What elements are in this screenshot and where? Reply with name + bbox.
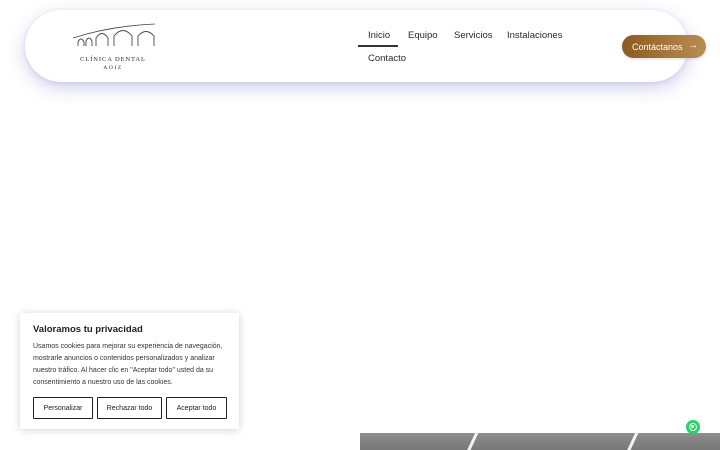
whatsapp-button[interactable]: [686, 420, 700, 434]
contact-cta-button[interactable]: Contáctanos →: [622, 35, 706, 58]
nav-servicios[interactable]: Servicios: [454, 30, 493, 41]
site-header: CLÍNICA DENTAL AOIZ Inicio Equipo Servic…: [25, 10, 688, 82]
arches-logo-icon: [72, 23, 156, 46]
light-streak: [465, 433, 482, 450]
whatsapp-icon: [689, 423, 697, 431]
customize-cookies-button[interactable]: Personalizar: [33, 397, 93, 419]
nav-equipo[interactable]: Equipo: [408, 30, 438, 41]
logo-name: CLÍNICA DENTAL: [80, 56, 146, 63]
nav-inicio[interactable]: Inicio: [368, 30, 390, 41]
cookie-text: Usamos cookies para mejorar su experienc…: [33, 343, 223, 386]
reject-all-cookies-button[interactable]: Rechazar todo: [97, 397, 162, 419]
accept-all-cookies-button[interactable]: Aceptar todo: [166, 397, 227, 419]
light-streak: [625, 433, 642, 450]
clinic-logo[interactable]: CLÍNICA DENTAL AOIZ: [70, 22, 156, 74]
nav-active-underline: [358, 45, 398, 47]
logo-subtitle: AOIZ: [103, 65, 123, 71]
cookie-consent-banner: Valoramos tu privacidad Usamos cookies p…: [20, 313, 239, 429]
nav-contacto[interactable]: Contacto: [368, 53, 406, 64]
hero-photo: [360, 433, 720, 450]
arrow-right-icon: →: [688, 40, 698, 51]
cta-label: Contáctanos: [632, 41, 683, 52]
nav-instalaciones[interactable]: Instalaciones: [507, 30, 562, 41]
cookie-title: Valoramos tu privacidad: [33, 324, 143, 335]
